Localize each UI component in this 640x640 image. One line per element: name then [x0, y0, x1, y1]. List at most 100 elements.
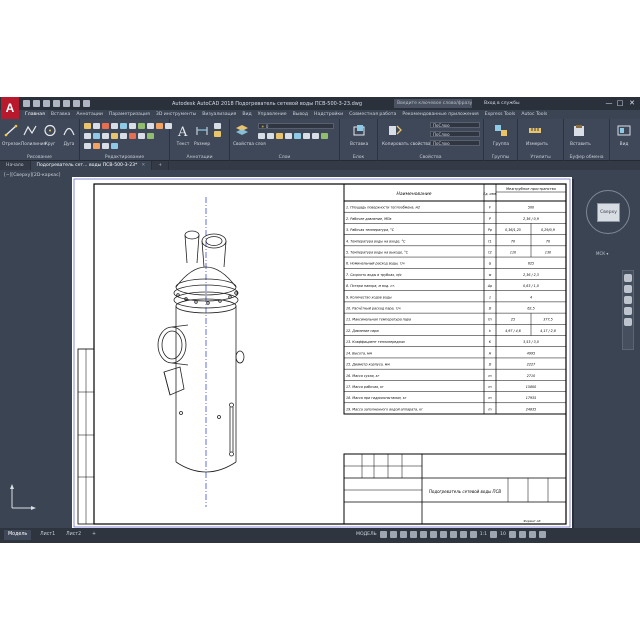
offset-icon[interactable]: [84, 133, 91, 139]
maximize-button[interactable]: □: [615, 99, 625, 108]
orbit-icon[interactable]: [624, 307, 632, 315]
tab-autoc-tools[interactable]: Autoc Tools: [518, 110, 550, 119]
search-input[interactable]: Введите ключевое слово/фразу: [394, 99, 472, 108]
annotation-icon[interactable]: [469, 531, 477, 538]
open-icon[interactable]: [33, 100, 40, 107]
table-icon[interactable]: [214, 131, 221, 137]
hardware-accel-icon[interactable]: [518, 531, 526, 538]
grid-icon[interactable]: [379, 531, 387, 538]
selection-cycle-icon[interactable]: [459, 531, 467, 538]
lineweight-icon[interactable]: [439, 531, 447, 538]
color-dropdown[interactable]: ПоСлою: [430, 122, 480, 128]
extend-icon[interactable]: [129, 133, 136, 139]
viewcube-face[interactable]: Сверху: [597, 203, 620, 222]
layer-iso-icon[interactable]: [258, 133, 265, 139]
move-icon[interactable]: [84, 123, 91, 129]
layer-properties-tool[interactable]: Свойства слоя: [233, 122, 266, 147]
array-icon[interactable]: [156, 123, 163, 129]
tab-annotate[interactable]: Аннотации: [73, 110, 106, 119]
view-tool[interactable]: Вид: [615, 122, 633, 147]
scale-icon[interactable]: [147, 123, 154, 129]
tab-layout2[interactable]: Лист2: [62, 530, 85, 540]
tab-output[interactable]: Вывод: [290, 110, 311, 119]
redo-icon[interactable]: [83, 100, 90, 107]
ucs-menu[interactable]: МСК ▾: [596, 251, 608, 256]
stretch-icon[interactable]: [138, 123, 145, 129]
pedit-icon[interactable]: [84, 143, 91, 149]
tab-express-tools[interactable]: Express Tools: [482, 110, 519, 119]
join-icon[interactable]: [102, 133, 109, 139]
transparency-icon[interactable]: [449, 531, 457, 538]
tab-home[interactable]: Главная: [22, 110, 48, 119]
text-tool[interactable]: A Текст: [174, 122, 192, 147]
chamfer-icon[interactable]: [111, 133, 118, 139]
tab-featured-apps[interactable]: Рекомендованные приложения: [399, 110, 481, 119]
model-space-toggle[interactable]: МОДЕЛЬ: [356, 532, 377, 537]
annotation-scale[interactable]: 1:1: [480, 532, 487, 537]
layer-walk-icon[interactable]: [312, 133, 319, 139]
linetype-dropdown[interactable]: ПоСлою: [430, 140, 480, 146]
showmotion-icon[interactable]: [624, 318, 632, 326]
hatch-edit-icon[interactable]: [93, 143, 100, 149]
tab-addins[interactable]: Надстройки: [311, 110, 346, 119]
new-icon[interactable]: [23, 100, 30, 107]
break-icon[interactable]: [120, 133, 127, 139]
tab-3d-tools[interactable]: 3D инструменты: [153, 110, 199, 119]
rotate-icon[interactable]: [93, 123, 100, 129]
layer-dropdown[interactable]: ☀ 0: [258, 123, 334, 129]
tab-manage[interactable]: Управление: [255, 110, 290, 119]
customization-icon[interactable]: [538, 531, 546, 538]
save-as-icon[interactable]: [53, 100, 60, 107]
doc-tab-drawing[interactable]: Подогреватель сет... воды ПСВ-500-3-23* ✕: [30, 161, 153, 170]
layer-match-icon[interactable]: [294, 133, 301, 139]
viewcube[interactable]: Сверху: [586, 190, 630, 234]
layer-unisolate-icon[interactable]: [321, 133, 328, 139]
snap-icon[interactable]: [389, 531, 397, 538]
tab-layout1[interactable]: Лист1: [36, 530, 59, 540]
close-tab-icon[interactable]: ✕: [141, 163, 145, 168]
ortho-icon[interactable]: [399, 531, 407, 538]
minimize-button[interactable]: —: [604, 99, 614, 108]
save-icon[interactable]: [43, 100, 50, 107]
arc-tool[interactable]: Дуга: [60, 122, 78, 147]
reverse-icon[interactable]: [111, 143, 118, 149]
dimension-tool[interactable]: Размер: [193, 122, 211, 147]
circle-tool[interactable]: Круг: [41, 122, 59, 147]
layer-off-icon[interactable]: [276, 133, 283, 139]
clean-screen-icon[interactable]: [528, 531, 536, 538]
app-menu-button[interactable]: A: [1, 97, 19, 119]
polyline-tool[interactable]: Полилиния: [21, 122, 46, 147]
line-tool[interactable]: Отрезок: [2, 122, 21, 147]
lengthen-icon[interactable]: [138, 133, 145, 139]
tab-collaborate[interactable]: Совместная работа: [346, 110, 399, 119]
measure-tool[interactable]: Измерить: [526, 122, 548, 147]
blend-icon[interactable]: [102, 143, 109, 149]
doc-tab-start[interactable]: Начало: [0, 161, 31, 170]
tab-visualize[interactable]: Визуализация: [199, 110, 239, 119]
copy-icon[interactable]: [111, 123, 118, 129]
signin-link[interactable]: Вход в службы: [484, 101, 520, 106]
lineweight-dropdown[interactable]: ПоСлою: [430, 131, 480, 137]
undo-icon[interactable]: [73, 100, 80, 107]
tab-view[interactable]: Вид: [239, 110, 254, 119]
tab-parametric[interactable]: Параметризация: [106, 110, 153, 119]
explode-icon[interactable]: [93, 133, 100, 139]
viewport-controls[interactable]: [−][Сверху][2D-каркас]: [4, 173, 60, 178]
zoom-icon[interactable]: [624, 296, 632, 304]
workspace-icon[interactable]: [490, 531, 498, 538]
osnap-icon[interactable]: [419, 531, 427, 538]
layer-current-icon[interactable]: [303, 133, 310, 139]
isolate-icon[interactable]: [508, 531, 516, 538]
add-layout-button[interactable]: +: [88, 530, 100, 540]
group-tool[interactable]: Группа: [492, 122, 510, 147]
close-button[interactable]: ✕: [627, 99, 637, 108]
fillet-icon[interactable]: [129, 123, 136, 129]
layer-freeze-icon[interactable]: [267, 133, 274, 139]
layer-lock-icon[interactable]: [285, 133, 292, 139]
leader-icon[interactable]: [214, 123, 221, 129]
match-properties-tool[interactable]: Копировать свойства: [382, 122, 431, 147]
tab-model[interactable]: Модель: [4, 530, 32, 540]
mirror-icon[interactable]: [120, 123, 127, 129]
paste-tool[interactable]: Вставить: [570, 122, 591, 147]
polar-icon[interactable]: [409, 531, 417, 538]
